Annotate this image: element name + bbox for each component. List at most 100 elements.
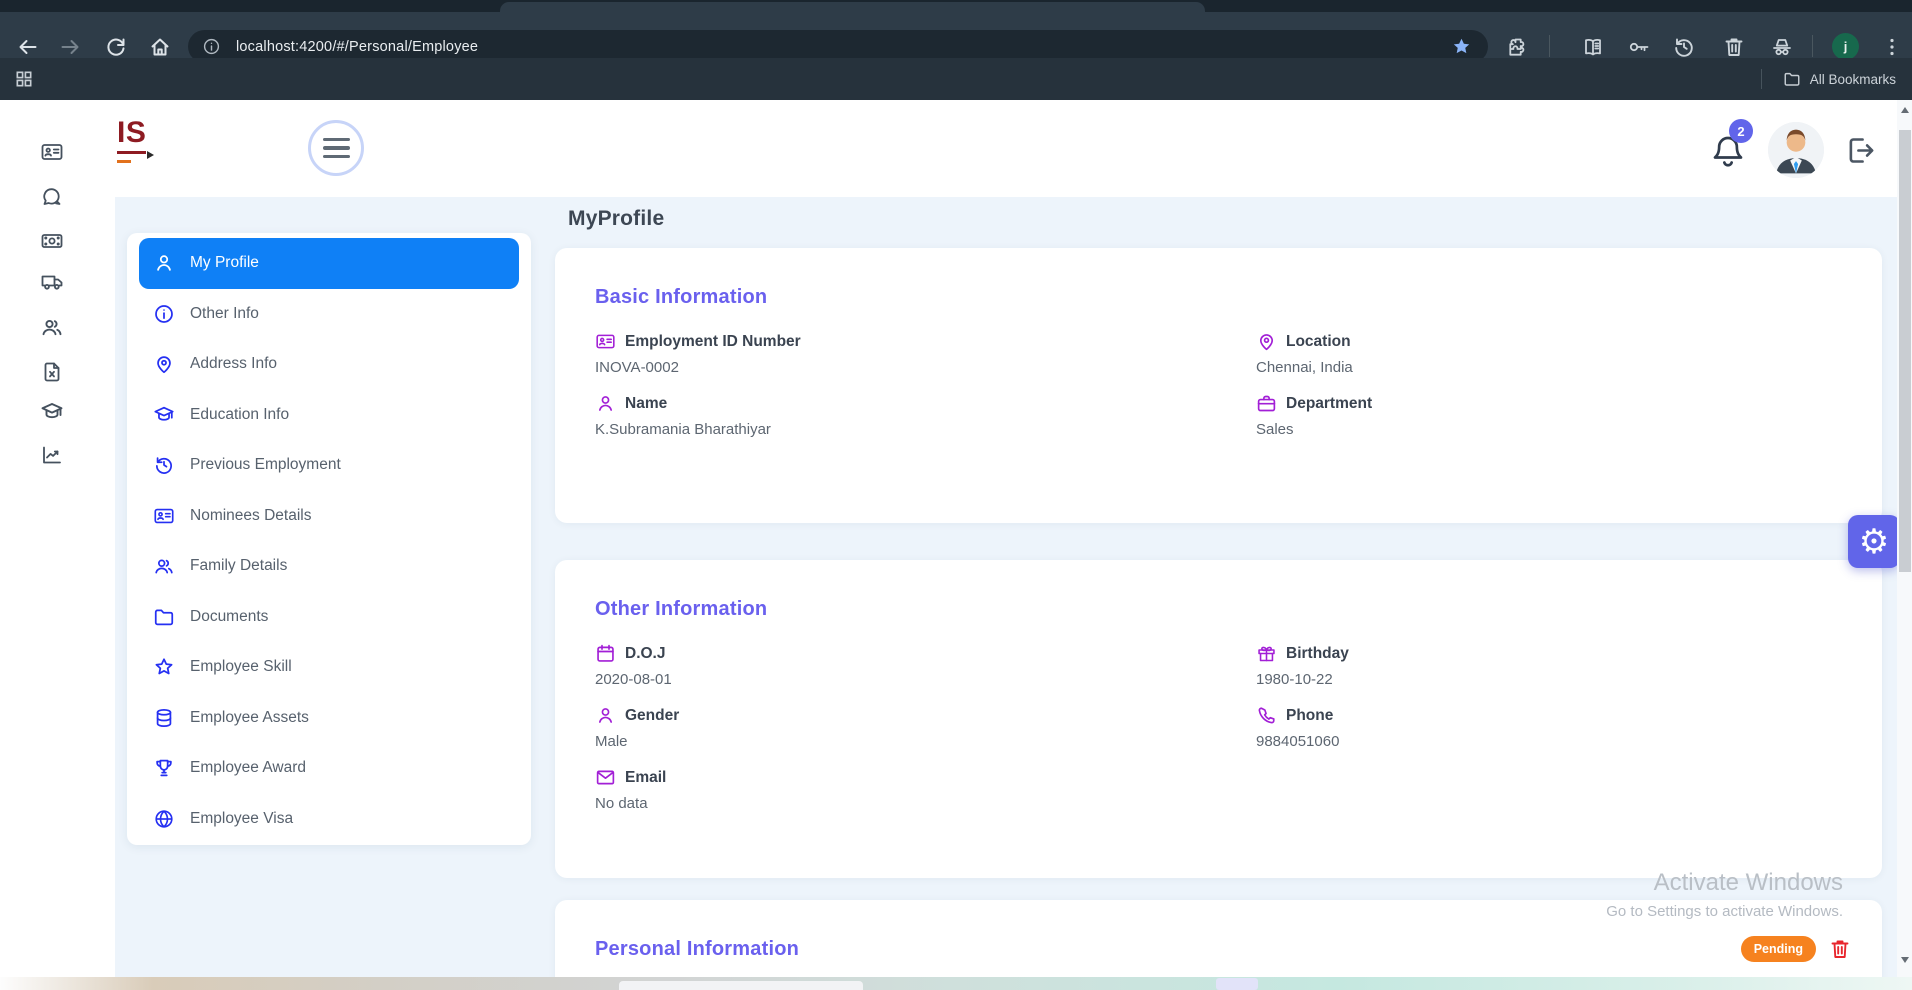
name-icon [595,393,616,414]
menu-item-nominees-details[interactable]: Nominees Details [139,491,519,542]
info-field: Location Chennai, India [1256,331,1882,376]
info-field: D.O.J 2020-08-01 [595,643,1256,688]
menu-item-previous-employment[interactable]: Previous Employment [139,440,519,491]
scrollbar-track[interactable] [1897,100,1912,990]
delete-browsing-data-icon[interactable] [1722,35,1746,59]
browser-menu-icon[interactable] [1880,35,1904,59]
url-text[interactable]: localhost:4200/#/Personal/Employee [236,39,478,55]
logout-button[interactable] [1844,134,1877,167]
menu-item-icon [153,353,175,375]
field-value: No data [595,795,1256,812]
info-field: Email No data [595,767,1256,812]
section-title: Basic Information [595,286,1882,309]
gear-icon: ⚙ [1859,522,1889,562]
field-value: Sales [1256,421,1882,438]
menu-item-label: Employee Assets [190,709,309,727]
menu-item-label: Nominees Details [190,507,311,525]
employee-badge-icon[interactable] [40,140,64,164]
field-value: INOVA-0002 [595,359,1256,376]
report-file-icon[interactable] [40,360,64,384]
info-field: Employment ID Number INOVA-0002 [595,331,1256,376]
training-icon[interactable] [40,400,64,424]
folder-icon [1783,70,1801,88]
menu-item-employee-visa[interactable]: Employee Visa [139,794,519,845]
all-bookmarks-label: All Bookmarks [1810,72,1896,87]
scroll-up-button[interactable] [1897,102,1912,118]
scroll-down-button[interactable] [1897,952,1912,968]
back-button[interactable] [16,35,40,59]
menu-item-icon [153,404,175,426]
browser-profile-avatar[interactable]: j [1832,33,1859,60]
status-badge: Pending [1741,936,1816,962]
analytics-icon[interactable] [40,443,64,467]
field-value: Chennai, India [1256,359,1882,376]
app-header: IS 2 [115,100,1897,197]
menu-item-documents[interactable]: Documents [139,592,519,643]
gender-icon [595,705,616,726]
reload-button[interactable] [104,35,128,59]
menu-item-icon [153,707,175,729]
field-label: Location [1286,333,1351,351]
next-content-band [0,977,1912,990]
bookmark-star-icon[interactable] [1451,36,1472,57]
menu-item-icon [153,606,175,628]
info-field: Gender Male [595,705,1256,750]
bookmarks-separator [1761,69,1762,89]
active-tab[interactable] [500,2,1205,12]
browser-window: localhost:4200/#/Personal/Employee j All… [0,0,1912,990]
home-button[interactable] [148,35,172,59]
field-label: Birthday [1286,645,1349,663]
field-label: Employment ID Number [625,333,801,351]
app-logo[interactable]: IS [117,116,146,154]
menu-item-label: Employee Visa [190,810,293,828]
menu-item-icon [153,303,175,325]
info-field: Birthday 1980-10-22 [1256,643,1882,688]
apps-grid-icon[interactable] [14,69,34,89]
notifications-button[interactable]: 2 [1709,126,1747,170]
menu-item-employee-award[interactable]: Employee Award [139,743,519,794]
team-icon[interactable] [40,315,64,339]
menu-item-label: Education Info [190,406,289,424]
browser-toolbar: localhost:4200/#/Personal/Employee j [0,12,1912,58]
passwords-icon[interactable] [1627,35,1651,59]
menu-item-family-details[interactable]: Family Details [139,541,519,592]
delete-icon[interactable] [1828,937,1852,961]
sidebar-toggle-button[interactable] [308,120,364,176]
extensions-icon[interactable] [1506,35,1530,59]
profile-menu: My Profile Other Info Address Info Educa… [127,233,531,845]
doj-icon [595,643,616,664]
chat-icon[interactable] [40,185,64,209]
menu-item-my-profile[interactable]: My Profile [139,238,519,289]
settings-fab[interactable]: ⚙ [1848,515,1900,568]
menu-item-address-info[interactable]: Address Info [139,339,519,390]
phone-icon [1256,705,1277,726]
info-field: Phone 9884051060 [1256,705,1882,750]
forward-button[interactable] [58,35,82,59]
info-field: Name K.Subramania Bharathiyar [595,393,1256,438]
scrollbar-thumb[interactable] [1899,130,1911,572]
info-field: Department Sales [1256,393,1882,438]
incognito-icon[interactable] [1770,35,1794,59]
employment-id-icon [595,331,616,352]
module-rail [0,100,115,990]
logistics-truck-icon[interactable] [40,270,64,294]
toolbar-separator [1549,35,1550,57]
section-title: Other Information [595,598,1882,621]
payroll-icon[interactable] [40,229,64,253]
menu-item-employee-skill[interactable]: Employee Skill [139,642,519,693]
site-info-icon[interactable] [202,37,221,56]
field-label: Department [1286,395,1372,413]
field-value: 2020-08-01 [595,671,1256,688]
reading-list-icon[interactable] [1581,35,1605,59]
page-title: MyProfile [568,207,664,231]
history-icon[interactable] [1672,35,1696,59]
location-icon [1256,331,1277,352]
menu-item-employee-assets[interactable]: Employee Assets [139,693,519,744]
all-bookmarks-button[interactable]: All Bookmarks [1783,58,1896,100]
menu-item-label: Address Info [190,355,277,373]
user-avatar[interactable] [1768,122,1824,178]
menu-item-other-info[interactable]: Other Info [139,289,519,340]
menu-item-education-info[interactable]: Education Info [139,390,519,441]
bookmarks-bar: All Bookmarks [0,58,1912,100]
partial-element [619,981,863,990]
